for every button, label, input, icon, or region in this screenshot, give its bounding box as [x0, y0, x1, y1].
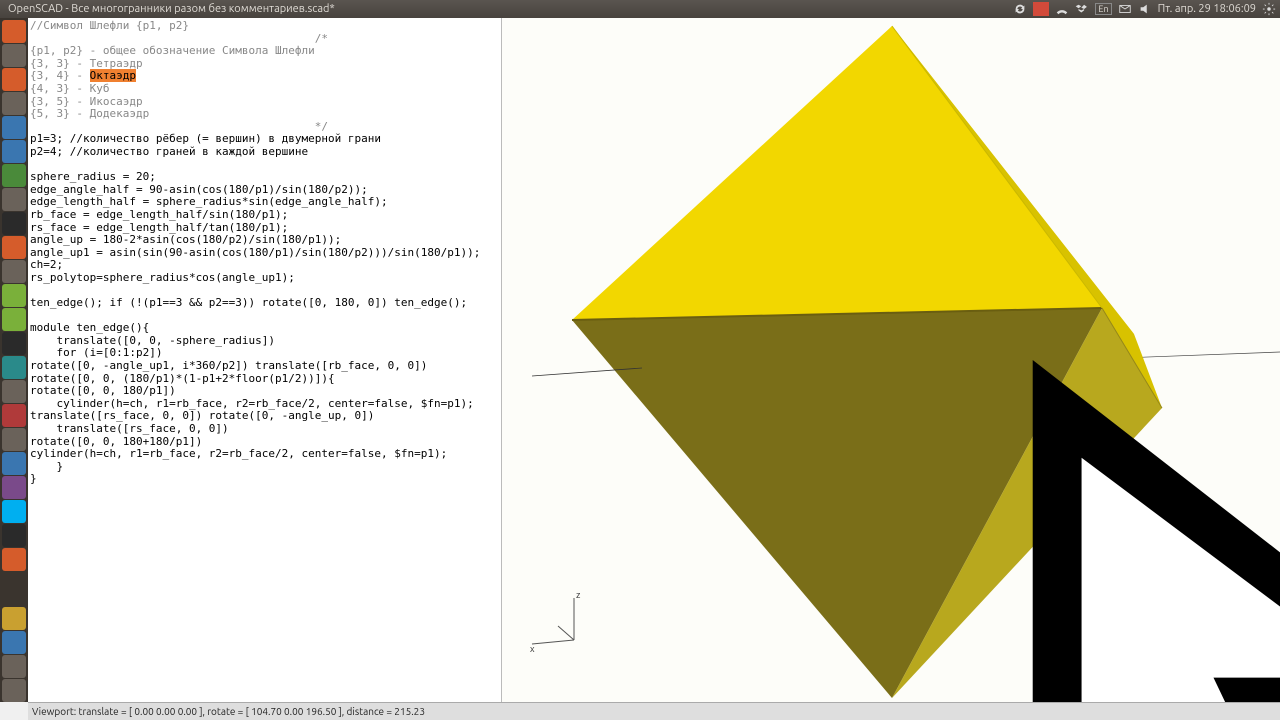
app-icon-2[interactable]	[2, 92, 26, 115]
render-canvas: z x	[502, 18, 1280, 702]
firefox-icon[interactable]	[2, 236, 26, 259]
svg-text:z: z	[576, 590, 581, 600]
openscad-window: //Символ Шлефли {p1, p2} /* {p1, p2} - о…	[28, 18, 1280, 702]
unity-launcher	[0, 18, 28, 702]
mail-icon[interactable]	[1118, 2, 1132, 16]
files-icon[interactable]	[2, 44, 26, 67]
status-bar: Viewport: translate = [ 0.00 0.00 0.00 ]…	[28, 702, 1280, 720]
notification-icon[interactable]	[1033, 2, 1049, 16]
top-menu-bar: OpenSCAD - Все многогранники разом без к…	[0, 0, 1280, 18]
svg-text:x: x	[530, 644, 535, 654]
octa-face-top-left	[572, 26, 1102, 320]
app-icon-12[interactable]	[2, 428, 26, 451]
viewport-status: Viewport: translate = [ 0.00 0.00 0.00 ]…	[32, 706, 425, 717]
volume-icon[interactable]	[1138, 2, 1152, 16]
window-title: OpenSCAD - Все многогранники разом без к…	[4, 3, 1013, 15]
app-icon-1[interactable]	[2, 68, 26, 91]
chrome-icon[interactable]	[2, 260, 26, 283]
dash-icon[interactable]	[2, 20, 26, 43]
app-icon-13[interactable]	[2, 452, 26, 475]
app-icon-9[interactable]	[2, 356, 26, 379]
app-icon-16[interactable]	[2, 548, 26, 571]
app-icon-18[interactable]	[2, 631, 26, 654]
gear-icon[interactable]	[1262, 2, 1276, 16]
app-icon-15[interactable]	[2, 524, 26, 547]
keyboard-lang-indicator[interactable]: En	[1095, 3, 1111, 15]
network-icon[interactable]	[1055, 2, 1069, 16]
app-icon-7[interactable]	[2, 284, 26, 307]
axis-gizmo: z x	[530, 590, 581, 654]
app-icon-14[interactable]	[2, 476, 26, 499]
app-icon-19[interactable]	[2, 655, 26, 678]
selected-text: Октаэдр	[90, 69, 136, 82]
system-tray: En Пт. апр. 29 18:06:09	[1013, 2, 1276, 16]
clock[interactable]: Пт. апр. 29 18:06:09	[1158, 3, 1256, 15]
dropbox-icon[interactable]	[1075, 2, 1089, 16]
app-icon-3[interactable]	[2, 116, 26, 139]
app-icon-17[interactable]	[2, 607, 26, 630]
skype-icon[interactable]	[2, 500, 26, 523]
app-icon-11[interactable]	[2, 404, 26, 427]
app-icon-8[interactable]	[2, 332, 26, 355]
3d-viewport[interactable]: z x	[502, 18, 1280, 702]
app-icon-5[interactable]	[2, 164, 26, 187]
app-icon-10[interactable]	[2, 380, 26, 403]
terminal-icon[interactable]	[2, 212, 26, 235]
sync-icon[interactable]	[1013, 2, 1027, 16]
app-icon-6[interactable]	[2, 188, 26, 211]
trash-icon[interactable]	[2, 679, 26, 702]
app-icon-4[interactable]	[2, 140, 26, 163]
code-editor[interactable]: //Символ Шлефли {p1, p2} /* {p1, p2} - о…	[28, 18, 502, 702]
openscad-icon[interactable]	[2, 308, 26, 331]
